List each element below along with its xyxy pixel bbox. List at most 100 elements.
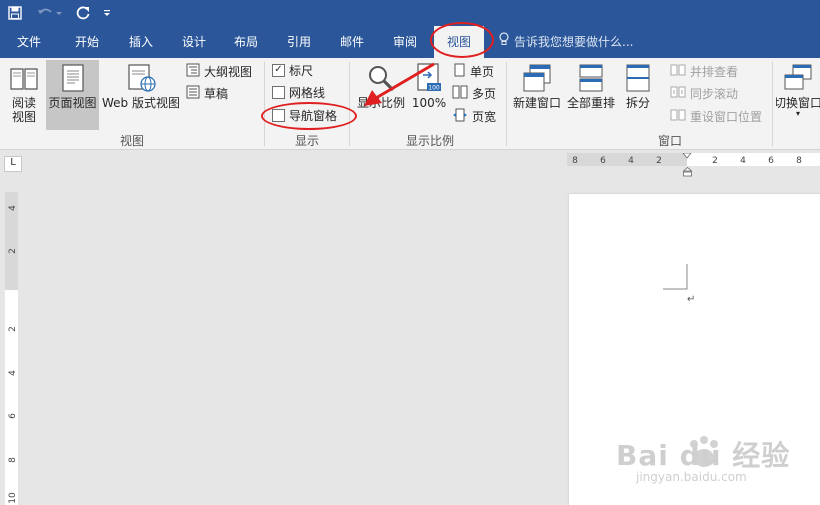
one-page-label: 单页: [470, 64, 495, 79]
draft-icon: [186, 85, 200, 102]
reset-window-position-button[interactable]: 重设窗口位置: [670, 106, 762, 126]
indent-marker[interactable]: [682, 166, 693, 177]
print-layout-button[interactable]: 页面视图: [46, 60, 99, 130]
tab-view[interactable]: 视图: [434, 26, 484, 58]
arrange-all-label: 全部重排: [566, 96, 615, 110]
print-layout-label: 页面视图: [48, 96, 97, 110]
title-bar: [0, 0, 820, 26]
vertical-ruler[interactable]: 4 2 2 4 6 8 10: [5, 192, 18, 505]
side-by-side-label: 并排查看: [690, 64, 739, 79]
ruler-checkbox[interactable]: ✓ 标尺: [272, 60, 313, 80]
reset-position-label: 重设窗口位置: [690, 109, 763, 124]
ribbon-tabs: 文件 开始 插入 设计 布局 引用 邮件 审阅 视图 告诉我您想要做什么...: [0, 26, 820, 58]
read-mode-button[interactable]: 阅读 视图: [4, 60, 44, 128]
tab-layout[interactable]: 布局: [223, 26, 269, 58]
checkbox-icon: [272, 85, 285, 99]
hruler-label: 4: [740, 156, 746, 166]
group-separator: [506, 62, 507, 146]
vruler-label: 10: [8, 492, 18, 504]
group-separator: [264, 62, 265, 146]
navigation-pane-label: 导航窗格: [289, 108, 338, 123]
split-button[interactable]: 拆分: [620, 60, 656, 128]
undo-icon[interactable]: [34, 3, 64, 23]
one-page-button[interactable]: 单页: [452, 61, 494, 81]
multiple-pages-button[interactable]: 多页: [452, 83, 496, 103]
tab-references[interactable]: 引用: [276, 26, 322, 58]
multiple-pages-icon: [452, 85, 468, 102]
watermark-url: jingyan.baidu.com: [636, 470, 747, 484]
chevron-down-icon: ▾: [795, 109, 800, 118]
hruler-label: 2: [712, 156, 718, 166]
vruler-label: 8: [8, 457, 18, 463]
hruler-label: 6: [600, 156, 606, 166]
switch-windows-icon: [783, 60, 813, 96]
split-icon: [625, 60, 651, 96]
tell-me-text: 告诉我您想要做什么...: [514, 35, 634, 49]
new-window-icon: [522, 60, 552, 96]
page-width-icon: [452, 108, 468, 125]
page-width-button[interactable]: 页宽: [452, 106, 496, 126]
hruler-label: 6: [768, 156, 774, 166]
new-window-button[interactable]: 新建窗口: [510, 60, 564, 128]
vruler-label: 6: [8, 413, 18, 419]
sync-scrolling-button[interactable]: 同步滚动: [670, 83, 738, 103]
checkbox-icon: [272, 108, 285, 122]
tell-me-box[interactable]: 告诉我您想要做什么...: [498, 26, 633, 58]
tab-mailings[interactable]: 邮件: [329, 26, 375, 58]
vruler-label: 2: [8, 326, 18, 332]
outline-icon: [186, 63, 200, 80]
gridlines-checkbox[interactable]: 网格线: [272, 82, 325, 102]
hruler-label: 8: [572, 156, 578, 166]
split-label: 拆分: [625, 96, 650, 110]
outline-button[interactable]: 大纲视图: [186, 61, 252, 81]
customize-qat-icon[interactable]: [100, 3, 114, 23]
group-separator: [772, 62, 773, 146]
tab-review[interactable]: 审阅: [382, 26, 428, 58]
hruler-label: 4: [628, 156, 634, 166]
group-label-views: 视图: [119, 134, 144, 148]
draft-button[interactable]: 草稿: [186, 83, 228, 103]
tab-design[interactable]: 设计: [171, 26, 217, 58]
tab-selector-icon[interactable]: L: [4, 156, 22, 172]
page-width-label: 页宽: [472, 109, 497, 124]
tab-insert[interactable]: 插入: [118, 26, 164, 58]
new-window-label: 新建窗口: [512, 96, 561, 110]
paragraph-mark-icon: ↵: [687, 294, 696, 305]
hruler-label: 8: [796, 156, 802, 166]
save-icon[interactable]: [4, 3, 26, 23]
vruler-label: 2: [8, 248, 18, 254]
vruler-label: 4: [8, 205, 18, 211]
switch-windows-button[interactable]: 切换窗口 ▾: [776, 60, 820, 128]
draft-label: 草稿: [204, 86, 229, 101]
vruler-label: 4: [8, 370, 18, 376]
hruler-label: 2: [656, 156, 662, 166]
group-label-window: 窗口: [657, 134, 682, 148]
ruler-label: 标尺: [289, 63, 314, 78]
read-mode-label: 阅读 视图: [11, 96, 36, 124]
redo-icon[interactable]: [72, 3, 94, 23]
horizontal-ruler[interactable]: 8 6 4 2 2 4 6 8: [567, 152, 820, 166]
view-side-by-side-button[interactable]: 并排查看: [670, 61, 738, 81]
gridlines-label: 网格线: [289, 85, 326, 100]
navigation-pane-checkbox[interactable]: 导航窗格: [272, 105, 337, 125]
book-icon: [9, 60, 39, 96]
side-by-side-icon: [670, 63, 686, 80]
multiple-pages-label: 多页: [472, 86, 497, 101]
tab-file[interactable]: 文件: [6, 26, 52, 58]
arrange-all-button[interactable]: 全部重排: [564, 60, 618, 128]
annotation-arrow: [364, 62, 435, 106]
baidu-watermark: Bai du 经验 jingyan.baidu.com: [614, 432, 804, 492]
page-icon: [61, 60, 85, 96]
watermark-brand: Bai du 经验: [616, 439, 791, 472]
tab-home[interactable]: 开始: [64, 26, 110, 58]
group-label-zoom: 显示比例: [405, 134, 454, 148]
web-layout-label: Web 版式视图: [102, 96, 180, 110]
one-page-icon: [452, 63, 466, 80]
lightbulb-icon: [498, 26, 510, 58]
sync-scrolling-icon: [670, 85, 686, 102]
globe-page-icon: [125, 60, 157, 96]
outline-label: 大纲视图: [204, 64, 253, 79]
group-label-show: 显示: [294, 134, 319, 148]
web-layout-button[interactable]: Web 版式视图: [101, 60, 181, 128]
sync-scrolling-label: 同步滚动: [690, 86, 739, 101]
